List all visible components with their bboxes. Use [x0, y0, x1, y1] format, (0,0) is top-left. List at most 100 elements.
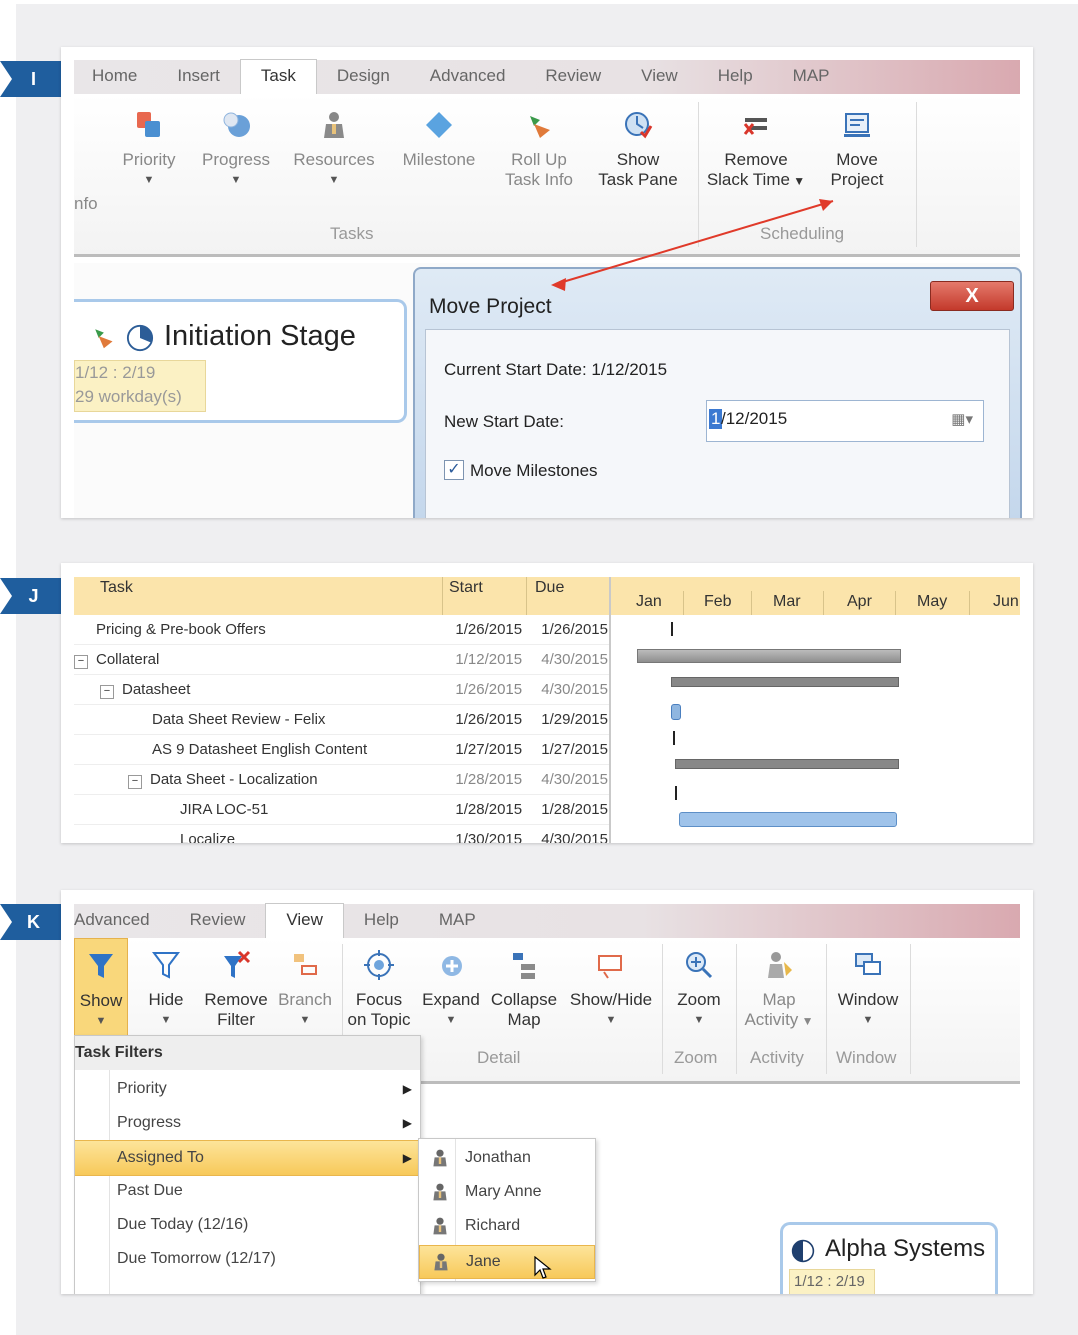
expand-button[interactable]: Expand ▼ [418, 950, 484, 1030]
table-row[interactable]: − Data Sheet - Localization 1/28/2015 4/3… [74, 765, 609, 795]
collapse-icon [513, 953, 535, 979]
gantt-milestone-tick[interactable] [673, 731, 675, 745]
person-icon [433, 1149, 447, 1167]
submenu-item-label: Jonathan [465, 1149, 531, 1166]
group-label-window: Window [836, 1048, 897, 1067]
menu-item-label: Due Tomorrow (12/17) [117, 1250, 276, 1267]
submenu-arrow-icon: ▶ [402, 1082, 412, 1096]
collapse-toggle[interactable]: − [128, 774, 142, 789]
gantt-summary-bar[interactable] [671, 677, 899, 687]
task-due: 1/27/2015 [541, 741, 608, 758]
zoom-button[interactable]: Zoom ▼ [666, 950, 732, 1030]
month-jan: Jan [636, 593, 662, 610]
table-row[interactable]: Data Sheet Review - Felix 1/26/2015 1/29… [74, 705, 609, 735]
tab-help[interactable]: Help [344, 904, 419, 938]
gantt-task-bar[interactable] [671, 704, 681, 720]
remove-label-1: Remove [204, 990, 268, 1009]
focus-label-1: Focus [355, 990, 403, 1009]
menu-item-past-due[interactable]: Past Due [75, 1174, 420, 1208]
gantt-milestone-tick[interactable] [671, 622, 673, 636]
collapse-toggle[interactable]: − [74, 654, 88, 669]
col-header-task[interactable]: Task [100, 579, 133, 597]
branch-icon [294, 954, 317, 975]
task-name: Collateral [96, 650, 160, 668]
task-name: Data Sheet - Localization [150, 770, 318, 788]
remove-filter-button[interactable]: Remove Filter [196, 950, 276, 1030]
task-start: 1/28/2015 [455, 771, 523, 788]
month-jun: Jun [993, 593, 1019, 610]
col-header-due[interactable]: Due [535, 579, 564, 597]
topic-alpha-systems[interactable]: Alpha Systems 1/12 : 2/19 [780, 1222, 998, 1294]
task-due: 1/26/2015 [541, 621, 608, 638]
group-divider [662, 944, 663, 1074]
progress-pie-icon [791, 1239, 815, 1263]
topic-dates: 1/12 : 2/19 [789, 1269, 875, 1294]
tab-review[interactable]: Review [170, 904, 266, 938]
window-label: Window [837, 990, 899, 1009]
menu-item-due-today[interactable]: Due Today (12/16) [75, 1208, 420, 1242]
chevron-down-icon: ▼ [693, 1014, 705, 1026]
tab-map[interactable]: MAP [419, 904, 496, 938]
map-activity-icon [768, 952, 792, 978]
menu-item-assigned-to[interactable]: Assigned To ▶ [75, 1140, 420, 1176]
month-divider [969, 591, 970, 615]
table-row[interactable]: Localize 1/30/2015 4/30/2015 [74, 825, 609, 843]
tab-advanced[interactable]: Advanced [74, 904, 170, 938]
gantt-task-bar[interactable] [679, 812, 897, 827]
collapse-toggle[interactable]: − [100, 684, 114, 699]
task-start: 1/26/2015 [455, 621, 523, 638]
col-header-start[interactable]: Start [449, 579, 483, 597]
group-divider [826, 944, 827, 1074]
month-may: May [917, 593, 948, 610]
task-due: 4/30/2015 [541, 831, 608, 843]
menu-item-progress[interactable]: Progress ▶ [75, 1106, 420, 1140]
section-label-j: J [0, 578, 61, 614]
zoom-label: Zoom [677, 990, 721, 1009]
menu-item-priority[interactable]: Priority ▶ [75, 1072, 420, 1106]
annotation-arrow [551, 199, 834, 291]
hide-label: Hide [148, 990, 184, 1009]
table-row[interactable]: − Collateral 1/12/2015 4/30/2015 [74, 645, 609, 675]
table-row[interactable]: − Datasheet 1/26/2015 4/30/2015 [74, 675, 609, 705]
submenu-item-mary-anne[interactable]: Mary Anne [419, 1175, 595, 1209]
menu-header: Task Filters [75, 1036, 420, 1070]
tab-view[interactable]: View [265, 903, 344, 938]
gantt-chart-area [611, 615, 1020, 843]
show-hide-button[interactable]: Show/Hide ▼ [564, 950, 658, 1030]
menu-item-label: Priority [117, 1080, 167, 1097]
topic-title: Alpha Systems [825, 1235, 986, 1262]
map-activity-button[interactable]: Map Activity ▼ [738, 950, 820, 1031]
table-row[interactable]: AS 9 Datasheet English Content 1/27/2015… [74, 735, 609, 765]
gantt-milestone-tick[interactable] [675, 786, 677, 800]
submenu-item-richard[interactable]: Richard [419, 1209, 595, 1243]
map-activity-label-1: Map [762, 990, 796, 1009]
hide-filter-button[interactable]: Hide ▼ [136, 950, 196, 1030]
remove-label-2: Filter [217, 1010, 255, 1029]
collapse-map-button[interactable]: Collapse Map [486, 950, 562, 1030]
gantt-summary-bar[interactable] [675, 759, 899, 769]
focus-on-topic-button[interactable]: Focus on Topic [342, 950, 416, 1030]
gantt-summary-bar[interactable] [637, 649, 901, 663]
menu-item-label: Past Due [117, 1182, 183, 1199]
submenu-item-jonathan[interactable]: Jonathan [419, 1141, 595, 1175]
expand-icon [442, 956, 462, 976]
chevron-down-icon: ▼ [299, 1014, 311, 1026]
menu-item-due-tomorrow[interactable]: Due Tomorrow (12/17) [75, 1242, 420, 1276]
month-mar: Mar [773, 593, 801, 610]
show-filter-button[interactable]: Show ▼ [74, 938, 128, 1044]
chevron-down-icon: ▼ [605, 1014, 617, 1026]
show-label: Show [79, 991, 123, 1010]
window-button[interactable]: Window ▼ [830, 950, 906, 1030]
table-row[interactable]: JIRA LOC-51 1/28/2015 1/28/2015 [74, 795, 609, 825]
table-row[interactable]: Pricing & Pre-book Offers 1/26/2015 1/26… [74, 615, 609, 645]
person-icon [433, 1183, 447, 1201]
submenu-item-jane[interactable]: Jane [419, 1245, 595, 1279]
task-table: Pricing & Pre-book Offers 1/26/2015 1/26… [74, 615, 609, 843]
chevron-down-icon: ▼ [160, 1014, 172, 1026]
task-name: AS 9 Datasheet English Content [152, 741, 368, 758]
month-apr: Apr [847, 593, 872, 610]
filter-outline-icon [152, 952, 180, 979]
task-start: 1/30/2015 [455, 831, 523, 843]
branch-button[interactable]: Branch ▼ [270, 950, 340, 1030]
menu-item-label: Progress [117, 1114, 182, 1131]
